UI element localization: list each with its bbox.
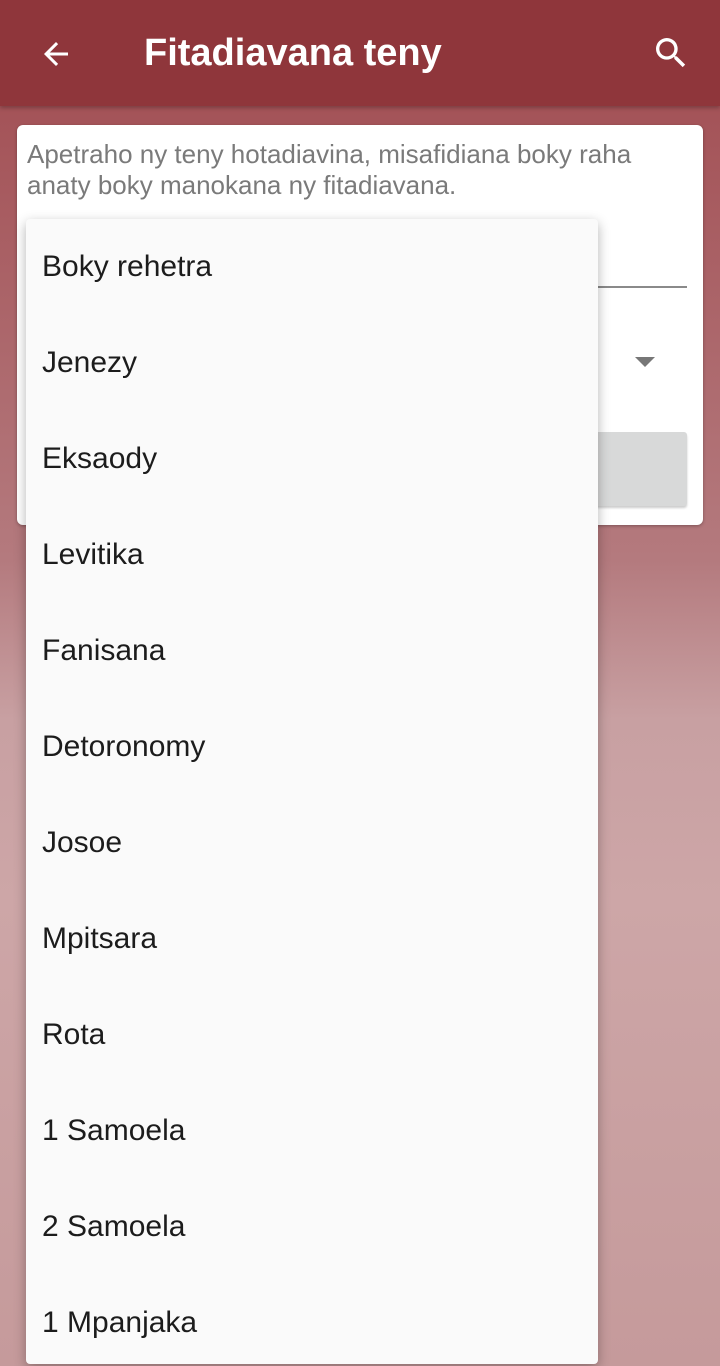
search-instructions: Apetraho ny teny hotadiavina, misafidian… (27, 139, 632, 200)
arrow-left-icon (44, 42, 68, 66)
dropdown-option[interactable]: Fanisana (26, 603, 598, 699)
search-input-underline (597, 286, 687, 288)
dropdown-option[interactable]: Detoronomy (26, 699, 598, 795)
back-button[interactable] (24, 22, 88, 86)
dropdown-option[interactable]: Jenezy (26, 315, 598, 411)
dropdown-option[interactable]: Eksaody (26, 411, 598, 507)
dropdown-option[interactable]: Mpitsara (26, 891, 598, 987)
book-dropdown-list: Boky rehetra Jenezy Eksaody Levitika Fan… (26, 219, 598, 1364)
dropdown-option-all-books[interactable]: Boky rehetra (26, 219, 598, 315)
app-bar: Fitadiavana teny (0, 0, 720, 106)
dropdown-option[interactable]: Josoe (26, 795, 598, 891)
search-submit-button[interactable] (595, 432, 687, 506)
dropdown-option[interactable]: Levitika (26, 507, 598, 603)
page-title: Fitadiavana teny (144, 32, 442, 74)
dropdown-option[interactable]: Rota (26, 987, 598, 1083)
dropdown-option[interactable]: 2 Samoela (26, 1179, 598, 1275)
dropdown-option[interactable]: 1 Mpanjaka (26, 1275, 598, 1364)
search-button[interactable] (638, 20, 704, 86)
search-icon (656, 38, 686, 68)
dropdown-option[interactable]: 1 Samoela (26, 1083, 598, 1179)
dropdown-arrow-icon[interactable] (635, 357, 655, 367)
